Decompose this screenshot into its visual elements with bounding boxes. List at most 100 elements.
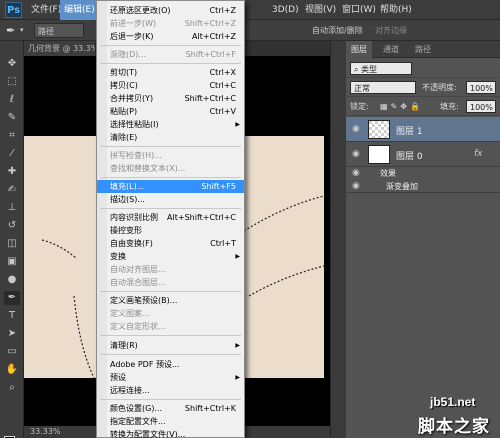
fx-icon[interactable]: fx (474, 149, 483, 159)
options-bar: ✒ ▾ 路径 自动添加/删除 对齐边缘 (0, 20, 500, 55)
layer-row-0[interactable]: ◉ 图层 0 fx (346, 142, 500, 167)
fill-label: 填充: (440, 102, 459, 111)
menu-item-pdf-presets[interactable]: Adobe PDF 预设... (97, 358, 244, 371)
menu-item-assign-profile[interactable]: 指定配置文件... (97, 415, 244, 428)
menu-item-convert-profile[interactable]: 转换为配置文件(V)... (97, 428, 244, 438)
blend-row: 正常 不透明度: 100% (346, 78, 500, 97)
preset-chevron-icon[interactable]: ▾ (20, 23, 24, 38)
menu-item-free-transform[interactable]: 自由变换(F) Ctrl+T (97, 237, 244, 250)
menu-item-presets[interactable]: 预设 ▶ (97, 371, 244, 384)
crop-tool-icon[interactable]: ⌗ (4, 129, 20, 143)
eye-icon[interactable]: ◉ (352, 181, 360, 191)
menu-item-color-settings[interactable]: 颜色设置(G)... Shift+Ctrl+K (97, 402, 244, 415)
mode-select[interactable]: 路径 (34, 23, 84, 38)
menu-separator (100, 45, 241, 46)
watermark-url: jb51.net (430, 395, 476, 409)
tab-paths[interactable]: 路径 (410, 41, 436, 58)
menu-separator (100, 354, 241, 355)
search-icon: ⌕ (354, 65, 362, 74)
menu-window[interactable]: 窗口(W) (338, 0, 380, 20)
menu-item-define-pattern[interactable]: 定义图案... (97, 307, 244, 320)
eraser-tool-icon[interactable]: ◫ (4, 237, 20, 251)
pen-tool-preset-icon[interactable]: ✒ (6, 23, 15, 38)
menu-view[interactable]: 视图(V) (301, 0, 340, 20)
menu-item-fill[interactable]: 填充(L)... Shift+F5 (97, 180, 244, 193)
menu-item-paste[interactable]: 粘贴(P) Ctrl+V (97, 105, 244, 118)
layer-filter-select[interactable]: ⌕ 类型 (350, 62, 412, 75)
submenu-arrow-icon: ▶ (235, 342, 240, 349)
lock-icons[interactable]: ▦✎✥🔒 (380, 100, 423, 113)
menu-item-auto-align[interactable]: 自动对齐图层... (97, 263, 244, 276)
menu-item-step-backward[interactable]: 后退一步(K) Alt+Ctrl+Z (97, 30, 244, 43)
zoom-status: 33.33% (30, 427, 61, 436)
layer-name[interactable]: 图层 1 (396, 124, 423, 137)
fill-input[interactable]: 100% (466, 100, 496, 113)
layer-filter-row: ⌕ 类型 (346, 59, 500, 78)
healing-tool-icon[interactable]: ✚ (4, 165, 20, 179)
menu-help[interactable]: 帮助(H) (376, 0, 416, 20)
menu-item-purge[interactable]: 清理(R) ▶ (97, 339, 244, 352)
menu-item-auto-blend[interactable]: 自动混合图层... (97, 276, 244, 289)
menu-item-find-replace[interactable]: 查找和替换文本(X)... (97, 162, 244, 175)
quick-select-tool-icon[interactable]: ✎ (4, 111, 20, 125)
menu-separator (100, 177, 241, 178)
shape-tool-icon[interactable]: ▭ (4, 345, 20, 359)
brush-tool-icon[interactable]: ✍ (4, 183, 20, 197)
menu-item-spell-check[interactable]: 拼写检查(H)... (97, 149, 244, 162)
menu-item-define-shape[interactable]: 定义自定形状... (97, 320, 244, 333)
watermark-brand: 脚本之家 (418, 417, 490, 437)
marquee-tool-icon[interactable]: ⬚ (4, 75, 20, 89)
menu-item-undo[interactable]: 还原选区更改(O) Ctrl+Z (97, 4, 244, 17)
layer-name[interactable]: 图层 0 (396, 149, 423, 162)
tab-layers[interactable]: 图层 (346, 41, 372, 58)
menu-item-content-aware-scale[interactable]: 内容识别比例 Alt+Shift+Ctrl+C (97, 211, 244, 224)
effect-item-row[interactable]: ◉ 渐变叠加 (346, 180, 500, 193)
panel-dock-strip (330, 41, 346, 438)
lasso-tool-icon[interactable]: ℓ (4, 93, 20, 107)
pen-tool-icon[interactable]: ✒ (4, 291, 20, 305)
move-tool-icon[interactable]: ✥ (4, 57, 20, 71)
tab-channels[interactable]: 通道 (378, 41, 404, 58)
effect-item-label: 渐变叠加 (386, 182, 418, 191)
menu-item-define-brush[interactable]: 定义画笔预设(B)... (97, 294, 244, 307)
menu-item-paste-special[interactable]: 选择性粘贴(I) ▶ (97, 118, 244, 131)
menu-separator (100, 63, 241, 64)
opacity-input[interactable]: 100% (466, 81, 496, 94)
type-tool-icon[interactable]: T (4, 309, 20, 323)
eye-icon[interactable]: ◉ (352, 149, 360, 159)
menu-item-puppet-warp[interactable]: 操控变形 (97, 224, 244, 237)
menu-edit[interactable]: 编辑(E) (60, 0, 99, 20)
history-brush-tool-icon[interactable]: ↺ (4, 219, 20, 233)
panel-tabs: 图层 通道 路径 (346, 41, 500, 58)
eye-icon[interactable]: ◉ (352, 168, 360, 178)
blend-mode-select[interactable]: 正常 (350, 81, 416, 94)
hand-tool-icon[interactable]: ✋ (4, 363, 20, 377)
layer-thumbnail (368, 120, 390, 139)
menu-item-clear[interactable]: 清除(E) (97, 131, 244, 144)
effects-row[interactable]: ◉ 效果 (346, 167, 500, 180)
eyedropper-tool-icon[interactable]: ⁄ (4, 147, 20, 161)
blur-tool-icon[interactable]: ● (4, 273, 20, 287)
opacity-label: 不透明度: (422, 83, 457, 92)
menu-separator (100, 146, 241, 147)
menu-3d[interactable]: 3D(D) (268, 0, 303, 20)
zoom-tool-icon[interactable]: ⌕ (4, 381, 20, 395)
document-tab[interactable]: 几何背景 @ 33.3% (24, 41, 96, 56)
menu-item-remote-connections[interactable]: 远程连接... (97, 384, 244, 397)
menu-separator (100, 208, 241, 209)
lock-label: 锁定: (350, 102, 369, 111)
menu-item-transform[interactable]: 变换 ▶ (97, 250, 244, 263)
menu-item-step-forward[interactable]: 前进一步(W) Shift+Ctrl+Z (97, 17, 244, 30)
menu-item-copy[interactable]: 拷贝(C) Ctrl+C (97, 79, 244, 92)
eye-icon[interactable]: ◉ (352, 124, 360, 134)
menu-bar: Ps 文件(F) 编辑(E) 3D(D) 视图(V) 窗口(W) 帮助(H) (0, 0, 500, 20)
menu-item-fade[interactable]: 渐隐(D)... Shift+Ctrl+F (97, 48, 244, 61)
stamp-tool-icon[interactable]: ⊥ (4, 201, 20, 215)
gradient-tool-icon[interactable]: ▣ (4, 255, 20, 269)
menu-item-copy-merged[interactable]: 合并拷贝(Y) Shift+Ctrl+C (97, 92, 244, 105)
path-select-tool-icon[interactable]: ➤ (4, 327, 20, 341)
photoshop-logo: Ps (5, 2, 22, 18)
menu-item-stroke[interactable]: 描边(S)... (97, 193, 244, 206)
menu-item-cut[interactable]: 剪切(T) Ctrl+X (97, 66, 244, 79)
layer-row-1[interactable]: ◉ 图层 1 (346, 117, 500, 142)
